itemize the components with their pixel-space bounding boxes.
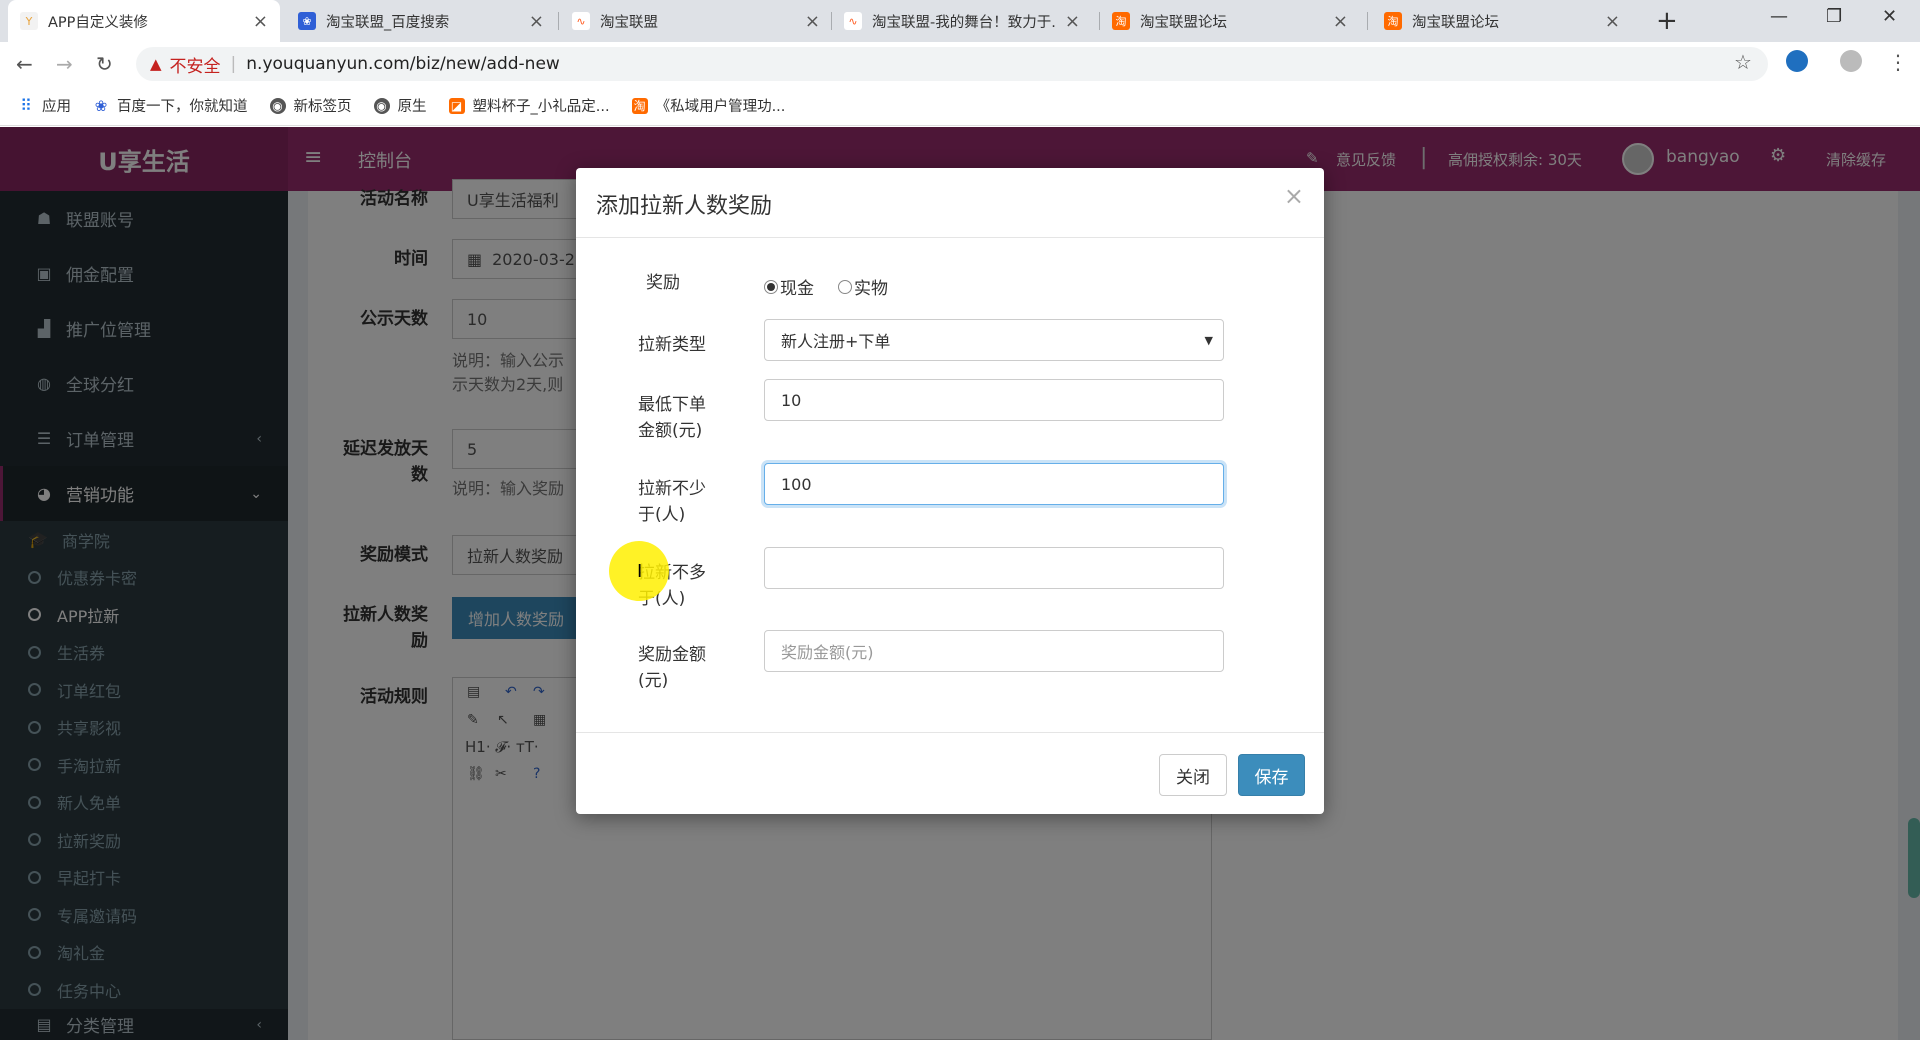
edge-extension-icon[interactable] <box>1786 50 1808 72</box>
modal-title: 添加拉新人数奖励 <box>596 194 773 219</box>
radio-physical[interactable]: 实物 <box>838 274 888 299</box>
forward-icon[interactable]: → <box>56 52 73 76</box>
omnibox[interactable]: ▲ 不安全 | n.youquanyun.com/biz/new/add-new <box>136 47 1768 81</box>
restore-icon[interactable]: ❐ <box>1826 6 1842 27</box>
min-amount-label: 最低下单 <box>638 395 706 415</box>
profile-icon[interactable] <box>1840 50 1862 72</box>
baidu-favicon-icon: ❀ <box>298 12 316 30</box>
bookmark-newtab[interactable]: ◉ 新标签页 <box>269 95 352 116</box>
bookmark-cups[interactable]: ◪ 塑料杯子_小礼品定... <box>448 95 610 116</box>
taobao-favicon-icon: 淘 <box>1112 12 1130 30</box>
reward-amount-label: 奖励金额 <box>638 645 706 665</box>
reward-amount-input[interactable]: 奖励金额(元) <box>764 630 1224 672</box>
reward-type-label: 奖励 <box>646 273 680 293</box>
app-favicon-icon: Y <box>20 12 38 30</box>
divider: | <box>230 54 237 74</box>
browser-tab[interactable]: ❀ 淘宝联盟_百度搜索 × <box>286 0 556 42</box>
bookmark-label: 塑料杯子_小礼品定... <box>472 99 610 115</box>
text-cursor-icon: I <box>637 561 643 582</box>
address-bar-row: ← → ↻ ▲ 不安全 | n.youquanyun.com/biz/new/a… <box>0 42 1920 86</box>
bookmark-label: 《私域用户管理功... <box>655 99 786 115</box>
tab-title: 淘宝联盟-我的舞台！致力于... <box>872 14 1057 31</box>
baidu-icon: ❀ <box>94 96 108 115</box>
referral-type-select[interactable]: 新人注册+下单 ▼ <box>764 319 1224 361</box>
taobao-icon: 淘 <box>631 97 648 114</box>
min-amount-label: 金额(元) <box>638 421 703 441</box>
bookmark-label: 百度一下，你就知道 <box>117 99 248 115</box>
reload-icon[interactable]: ↻ <box>96 52 113 76</box>
browser-tab[interactable]: 淘 淘宝联盟论坛 × <box>1372 0 1632 42</box>
bookmark-star-icon[interactable]: ☆ <box>1734 50 1752 74</box>
bookmark-baidu[interactable]: ❀ 百度一下，你就知道 <box>93 95 248 116</box>
min-amount-input[interactable]: 10 <box>764 379 1224 421</box>
browser-tab[interactable]: 淘 淘宝联盟论坛 × <box>1100 0 1360 42</box>
new-tab-button[interactable]: + <box>1656 6 1678 36</box>
close-window-icon[interactable]: ✕ <box>1882 6 1897 27</box>
back-icon[interactable]: ← <box>16 52 33 76</box>
radio-cash[interactable]: 现金 <box>764 274 814 299</box>
modal-header: 添加拉新人数奖励 × <box>576 168 1324 238</box>
bookmark-native[interactable]: ◉ 原生 <box>373 95 427 116</box>
modal-footer-divider <box>576 732 1324 733</box>
min-users-label: 拉新不少 <box>638 479 706 499</box>
minimize-icon[interactable]: — <box>1770 6 1788 27</box>
close-tab-icon[interactable]: × <box>1333 11 1348 32</box>
radio-checked-icon <box>764 279 778 294</box>
referral-type-label: 拉新类型 <box>638 335 706 355</box>
globe-icon: ◉ <box>373 97 390 114</box>
shop-icon: ◪ <box>448 97 465 114</box>
min-users-input[interactable]: 100 <box>764 463 1224 505</box>
tab-separator <box>558 12 559 30</box>
close-tab-icon[interactable]: × <box>805 11 820 32</box>
radio-label: 实物 <box>854 279 888 299</box>
alimama-favicon-icon: ∿ <box>844 12 862 30</box>
radio-unchecked-icon <box>838 279 852 294</box>
save-button[interactable]: 保存 <box>1238 754 1305 796</box>
close-tab-icon[interactable]: × <box>1065 11 1080 32</box>
browser-tab[interactable]: ∿ 淘宝联盟-我的舞台！致力于... × <box>832 0 1092 42</box>
alimama-favicon-icon: ∿ <box>572 12 590 30</box>
close-tab-icon[interactable]: × <box>253 11 268 32</box>
warning-icon: ▲ <box>150 55 162 73</box>
bookmarks-bar: ⠿ 应用 ❀ 百度一下，你就知道 ◉ 新标签页 ◉ 原生 ◪ 塑料杯子_小礼品定... 淘… <box>0 86 1920 126</box>
close-tab-icon[interactable]: × <box>529 11 544 32</box>
min-users-label: 于(人) <box>638 505 686 525</box>
browser-tab[interactable]: ∿ 淘宝联盟 × <box>560 0 832 42</box>
globe-icon: ◉ <box>269 97 286 114</box>
bookmark-label: 新标签页 <box>293 99 352 115</box>
taobao-favicon-icon: 淘 <box>1384 12 1402 30</box>
reward-amount-label: (元) <box>638 671 669 691</box>
tab-title: 淘宝联盟论坛 <box>1140 14 1227 31</box>
tab-title: 淘宝联盟 <box>600 14 658 31</box>
max-users-input[interactable] <box>764 547 1224 589</box>
security-label: 不安全 <box>169 56 221 77</box>
close-button[interactable]: 关闭 <box>1159 754 1227 796</box>
select-value: 新人注册+下单 <box>781 332 891 351</box>
url-text: n.youquanyun.com/biz/new/add-new <box>246 54 560 74</box>
browser-tab-bar: Y APP自定义装修 × ❀ 淘宝联盟_百度搜索 × ∿ 淘宝联盟 × ∿ 淘宝… <box>0 0 1920 42</box>
tab-title: APP自定义装修 <box>48 14 148 31</box>
bookmark-label: 应用 <box>42 99 71 115</box>
add-reward-modal: 添加拉新人数奖励 × 奖励 现金 实物 拉新类型 新人注册+下单 ▼ 最低下单 … <box>576 168 1324 814</box>
tab-title: 淘宝联盟论坛 <box>1412 14 1499 31</box>
close-tab-icon[interactable]: × <box>1605 11 1620 32</box>
close-icon[interactable]: × <box>1284 182 1304 210</box>
tab-title: 淘宝联盟_百度搜索 <box>326 14 450 31</box>
apps-icon: ⠿ <box>20 96 32 115</box>
bookmark-apps[interactable]: ⠿ 应用 <box>18 95 71 116</box>
bookmark-private[interactable]: 淘《私域用户管理功... <box>631 95 786 116</box>
tab-separator <box>1367 12 1368 30</box>
browser-tab[interactable]: Y APP自定义装修 × <box>8 0 280 42</box>
radio-label: 现金 <box>780 279 814 299</box>
menu-kebab-icon[interactable]: ⋮ <box>1888 50 1908 74</box>
dropdown-caret-icon: ▼ <box>1204 334 1213 347</box>
bookmark-label: 原生 <box>397 99 427 115</box>
